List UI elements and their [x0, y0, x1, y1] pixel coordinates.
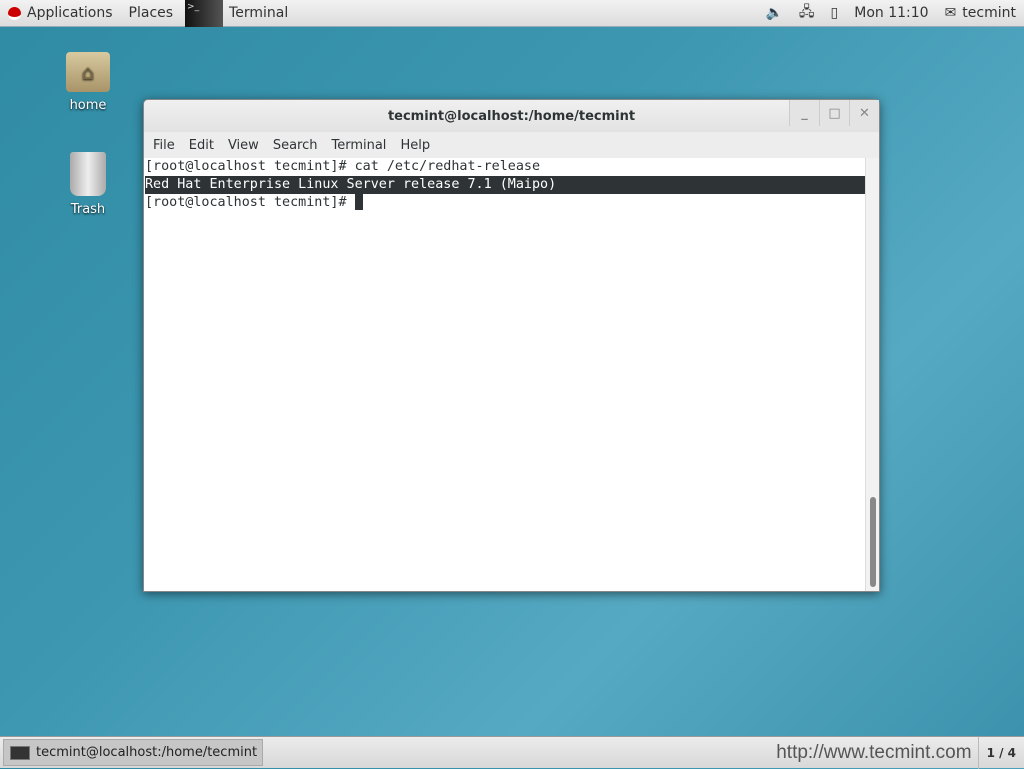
desktop-icon-home[interactable]: ⌂ home: [58, 52, 118, 113]
clock[interactable]: Mon 11:10: [846, 0, 936, 27]
minimize-button[interactable]: _: [789, 100, 819, 126]
desktop-icon-trash[interactable]: Trash: [58, 152, 118, 217]
window-title: tecmint@localhost:/home/tecmint: [387, 108, 636, 124]
terminal-icon: >_: [185, 0, 224, 27]
prompt: [root@localhost tecmint]#: [145, 195, 355, 210]
terminal-window: tecmint@localhost:/home/tecmint _ □ ✕ File…: [143, 99, 880, 592]
top-panel: Applications Places >_ Terminal 🔈 🖧 ▯ Mon…: [0, 0, 1024, 27]
workspace-indicator[interactable]: 1 / 4: [977, 736, 1024, 769]
bottom-panel: tecmint@localhost:/home/tecmint http://w…: [0, 736, 1024, 769]
user-label: tecmint: [962, 5, 1016, 21]
terminal-icon: [10, 745, 30, 760]
applications-label: Applications: [27, 5, 113, 21]
menu-edit[interactable]: Edit: [182, 138, 221, 153]
trash-label: Trash: [70, 202, 106, 217]
chat-icon: ✉: [944, 5, 957, 21]
menu-file[interactable]: File: [146, 138, 182, 153]
menu-help[interactable]: Help: [393, 138, 437, 153]
places-menu[interactable]: Places: [121, 0, 182, 27]
active-app-label: Terminal: [229, 5, 289, 21]
applications-menu[interactable]: Applications: [0, 0, 121, 27]
menu-search[interactable]: Search: [266, 138, 325, 153]
text-cursor: [354, 194, 363, 210]
volume-icon[interactable]: 🔈: [757, 0, 790, 27]
menubar: File Edit View Search Terminal Help: [144, 132, 879, 158]
app-menu-terminal[interactable]: >_ Terminal: [181, 0, 296, 27]
terminal-prompt-line: [root@localhost tecmint]#: [145, 194, 865, 212]
menu-view[interactable]: View: [221, 138, 266, 153]
window-titlebar[interactable]: tecmint@localhost:/home/tecmint _ □ ✕: [144, 100, 879, 132]
redhat-logo-icon: [8, 6, 21, 20]
home-folder-icon: ⌂: [66, 52, 110, 92]
trash-icon: [70, 152, 106, 196]
network-icon[interactable]: 🖧: [791, 0, 823, 27]
taskbar-item-terminal[interactable]: tecmint@localhost:/home/tecmint: [3, 739, 263, 766]
scrollbar-thumb[interactable]: [870, 497, 876, 587]
menu-terminal[interactable]: Terminal: [324, 138, 393, 153]
watermark: http://www.tecmint.com: [776, 741, 972, 763]
task-label: tecmint@localhost:/home/tecmint: [36, 745, 258, 760]
terminal-line-selected: Red Hat Enterprise Linux Server release …: [145, 176, 865, 194]
maximize-button[interactable]: □: [819, 100, 849, 126]
terminal-output[interactable]: [root@localhost tecmint]# cat /etc/redha…: [144, 158, 865, 591]
battery-icon[interactable]: ▯: [823, 0, 847, 27]
home-label: home: [69, 98, 107, 113]
scrollbar[interactable]: [865, 158, 879, 591]
terminal-line: [root@localhost tecmint]# cat /etc/redha…: [145, 159, 541, 174]
close-button[interactable]: ✕: [849, 100, 879, 126]
user-menu[interactable]: ✉ tecmint: [937, 0, 1024, 27]
